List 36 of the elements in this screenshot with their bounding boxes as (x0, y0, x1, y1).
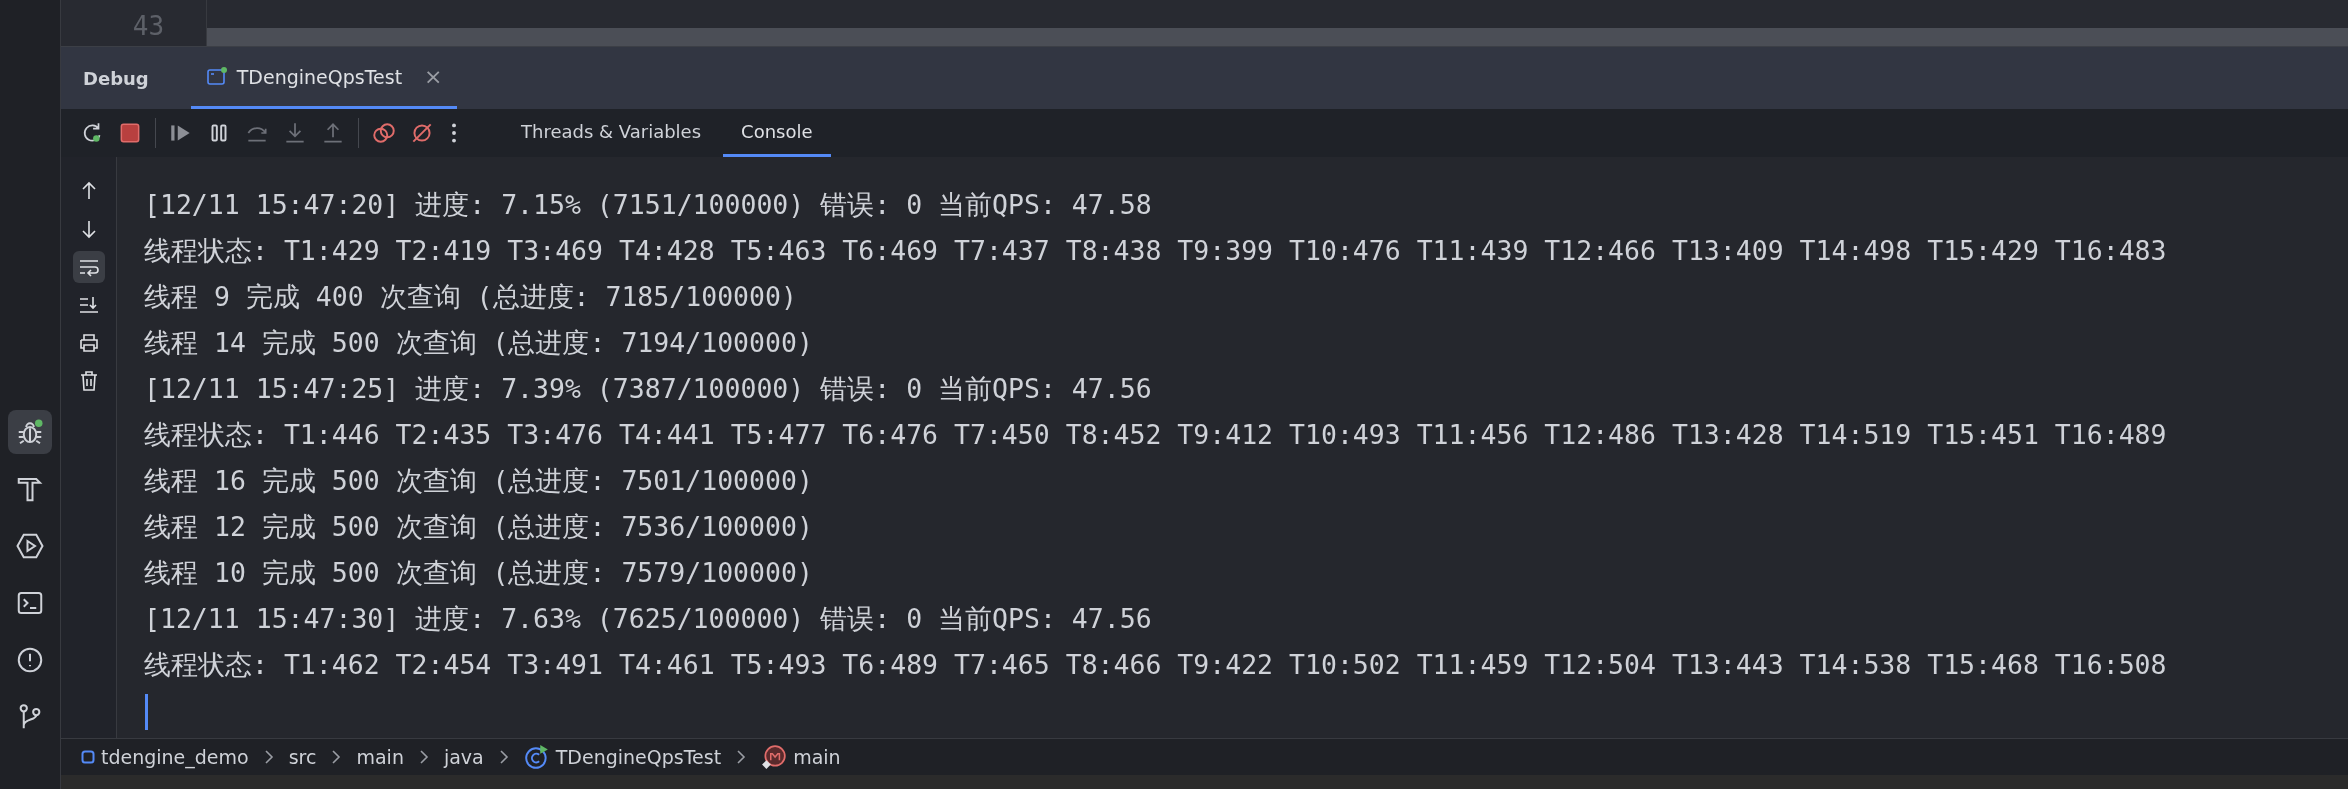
breakpoints-icon[interactable] (371, 120, 397, 146)
breadcrumb-link[interactable]: TDengineQpsTest (555, 746, 722, 768)
console-line: 线程 14 完成 500 次查询 (总进度: 7194/100000) (144, 326, 814, 360)
method-icon (761, 744, 788, 770)
close-tab-button[interactable]: × (424, 64, 443, 89)
console-line: [12/11 15:47:25] 进度: 7.39% (7387/100000) 错误: 0 当前QPS: 47.56 (144, 372, 1153, 406)
module-icon (81, 750, 95, 764)
console-line: [12/11 15:47:20] 进度: 7.15% (7151/100000) 错误: 0 当前QPS: 47.58 (144, 188, 1153, 222)
console-line: 线程 16 完成 500 次查询 (总进度: 7501/100000) (144, 464, 814, 498)
console-line: 线程状态: T1:429 T2:419 T3:469 T4:428 T5:463 T6:469 T7:437 T8:438 T9:399 T10:476 T11:439 T12:466 T13:409 T14:498 T15:429 T16:483 (144, 234, 2168, 268)
breadcrumb-link[interactable]: main (356, 746, 404, 768)
view-tab[interactable]: Threads & Variables (503, 109, 720, 157)
editor-scrollbar[interactable] (207, 28, 2348, 46)
console-line: 线程 12 完成 500 次查询 (总进度: 7536/100000) (144, 510, 814, 544)
breadcrumb-link[interactable]: tdengine_demo (101, 746, 249, 768)
console-line: 线程状态: T1:462 T2:454 T3:491 T4:461 T5:493 T6:489 T7:465 T8:466 T9:422 T10:502 T11:459 T12:504 T13:443 T14:538 T15:468 T16:508 (144, 648, 2168, 682)
chevron-icon (417, 749, 430, 765)
tool-window-title: Debug (83, 67, 149, 89)
console-line: 线程状态: T1:446 T2:435 T3:476 T4:441 T5:477 T6:476 T7:450 T8:452 T9:412 T10:493 T11:456 T12:486 T13:428 T14:519 T15:451 T16:489 (144, 418, 2168, 452)
tab-label: TDengineQpsTest (236, 65, 403, 88)
wrap-button[interactable] (72, 251, 105, 283)
debug-tool-button[interactable] (8, 410, 52, 454)
console-line: 线程 10 完成 500 次查询 (总进度: 7579/100000) (144, 556, 814, 590)
chevron-icon (497, 749, 510, 765)
play-hexagon-icon (15, 531, 45, 561)
console-line: 线程 9 完成 400 次查询 (总进度: 7185/100000) (144, 280, 798, 314)
warning-icon (15, 645, 45, 675)
chevron-icon (330, 749, 343, 765)
breadcrumb-link[interactable]: main (793, 746, 841, 768)
chevron-icon (735, 749, 748, 765)
console-line: [12/11 15:47:30] 进度: 7.63% (7625/100000) 错误: 0 当前QPS: 47.56 (144, 602, 1153, 636)
class-icon (523, 744, 550, 770)
breadcrumb-link[interactable]: java (443, 746, 484, 768)
chevron-icon (262, 749, 275, 765)
breadcrumb-link[interactable]: src (288, 746, 317, 768)
text-cursor (145, 694, 148, 730)
